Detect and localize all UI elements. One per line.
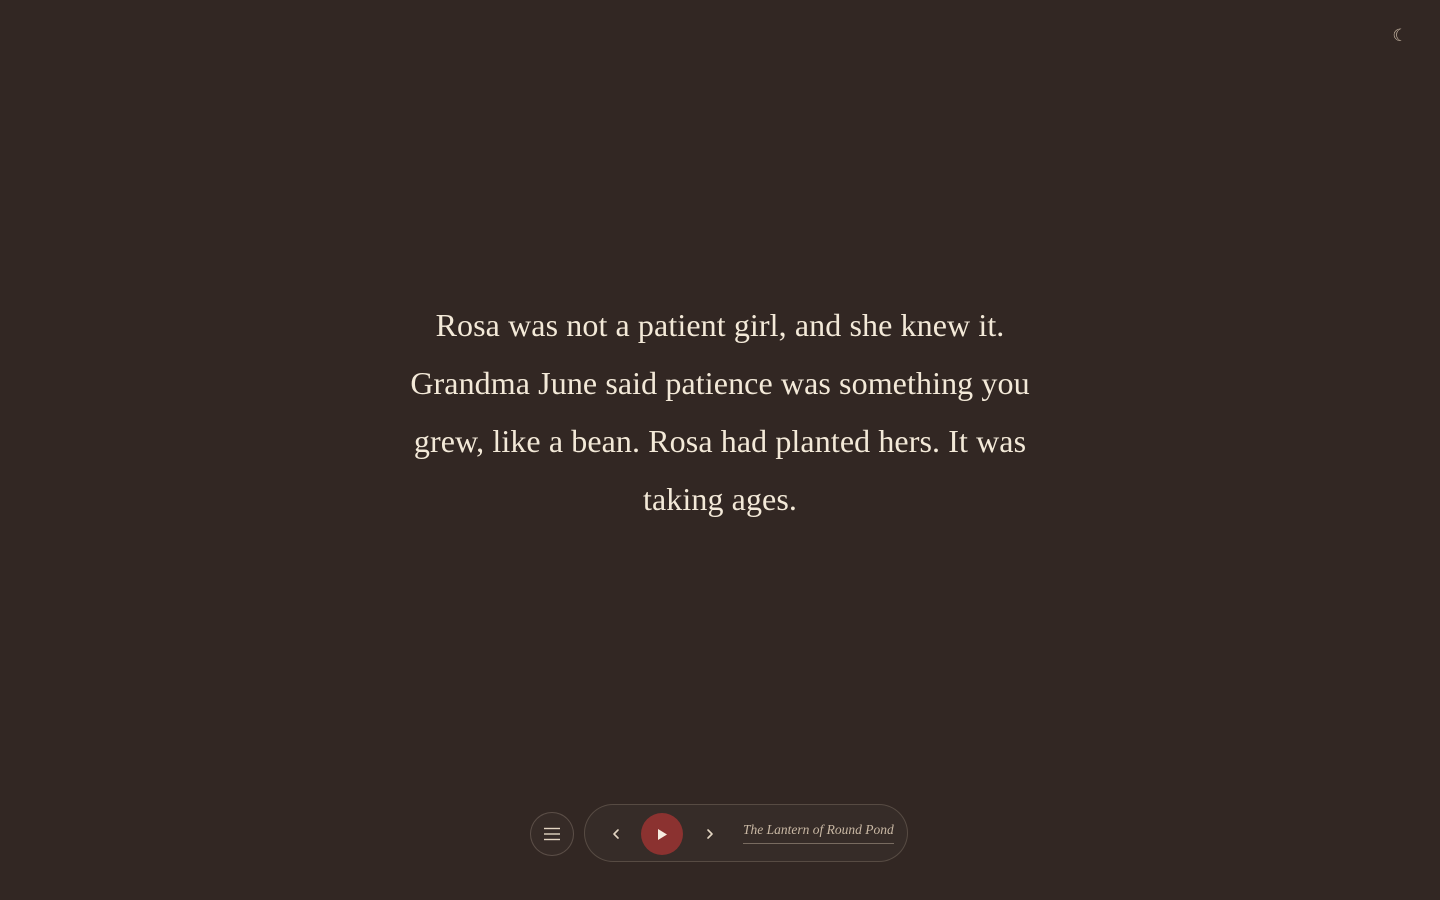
chevron-left-icon <box>613 829 619 839</box>
menu-button[interactable] <box>530 812 574 856</box>
next-page-button[interactable] <box>699 823 721 845</box>
moon-icon[interactable]: ☾ <box>1388 24 1412 48</box>
chevron-right-icon <box>707 829 713 839</box>
story-paragraph: Rosa was not a patient girl, and she kne… <box>410 307 1030 517</box>
play-icon <box>658 828 667 840</box>
menu-icon <box>544 827 560 841</box>
playback-controls: The Lantern of Round Pond <box>584 804 908 862</box>
previous-page-button[interactable] <box>605 823 627 845</box>
play-button[interactable] <box>641 813 683 855</box>
book-title-link[interactable]: The Lantern of Round Pond <box>743 822 894 844</box>
